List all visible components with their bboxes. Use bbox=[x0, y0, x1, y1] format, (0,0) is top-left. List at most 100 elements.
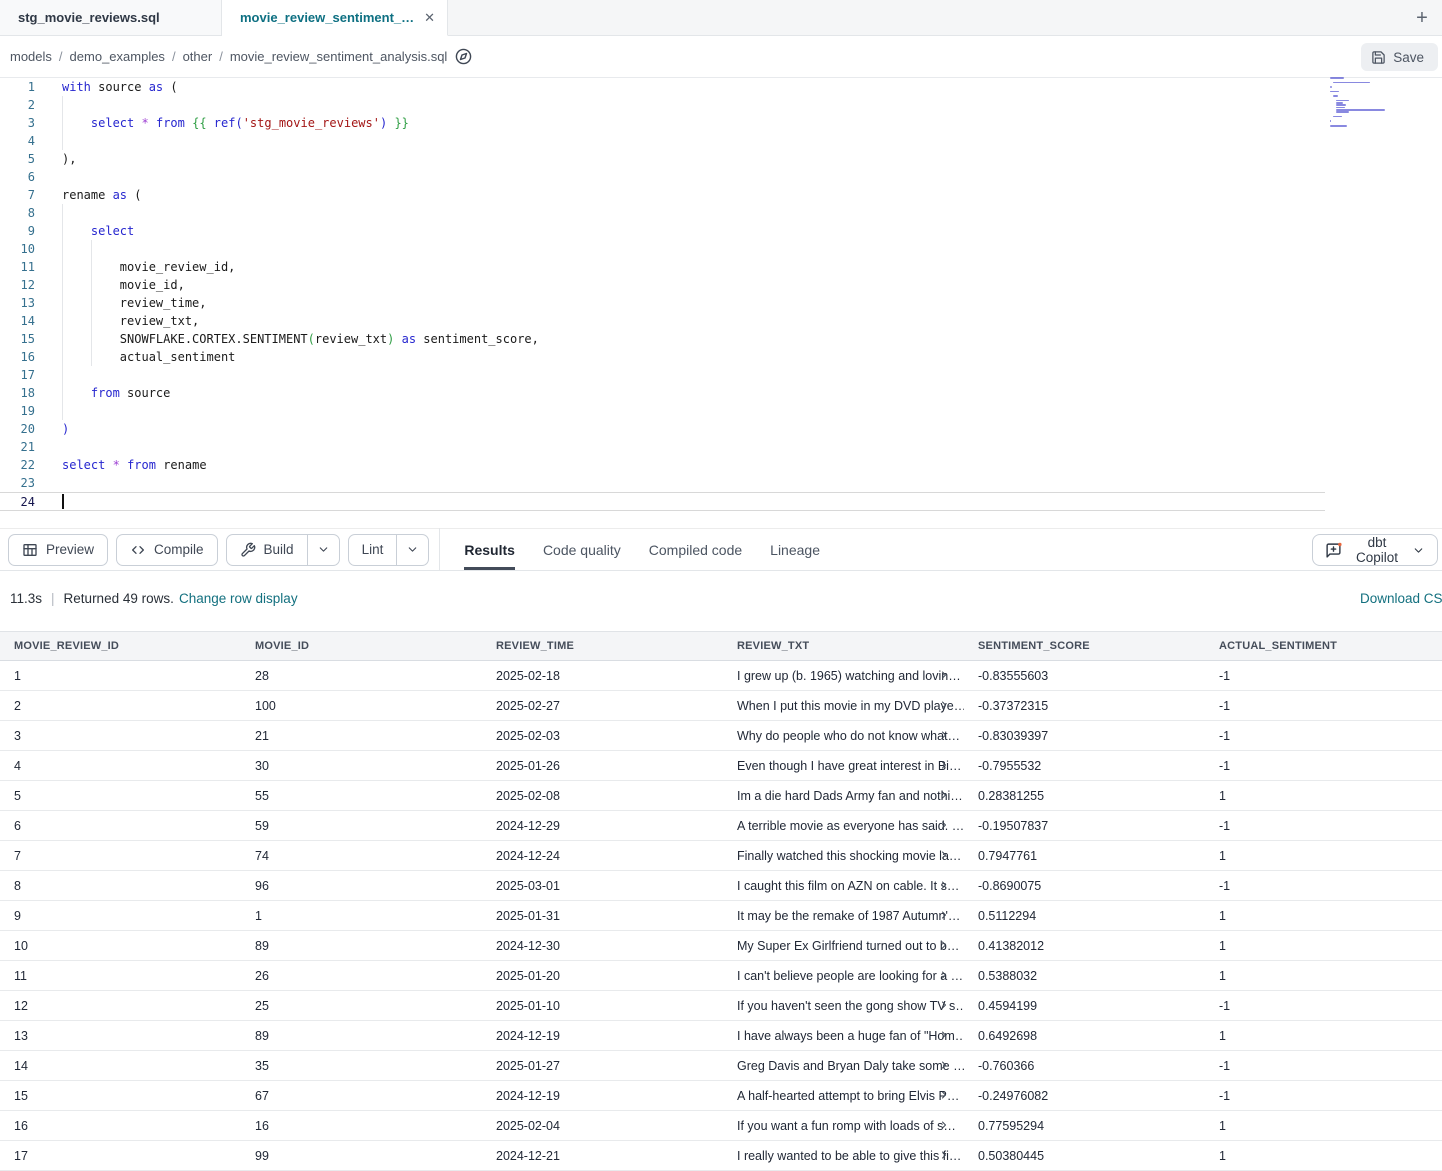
tab-compiled-code[interactable]: Compiled code bbox=[649, 529, 742, 570]
code-line[interactable]: 17 bbox=[0, 366, 1325, 384]
chevron-right-icon[interactable] bbox=[938, 699, 950, 711]
chevron-right-icon[interactable] bbox=[938, 759, 950, 771]
table-row: 11262025-01-20I can't believe people are… bbox=[0, 961, 1442, 991]
table-row: 21002025-02-27When I put this movie in m… bbox=[0, 691, 1442, 721]
column-header[interactable]: SENTIMENT_SCORE bbox=[964, 632, 1205, 660]
code-line[interactable]: 16 actual_sentiment bbox=[0, 348, 1325, 366]
table-cell: 2025-02-18 bbox=[482, 661, 723, 690]
chevron-right-icon[interactable] bbox=[938, 1149, 950, 1161]
table-cell: 1 bbox=[241, 901, 482, 930]
line-number: 19 bbox=[0, 402, 48, 420]
table-cell: 2025-01-20 bbox=[482, 961, 723, 990]
code-line[interactable]: 11 movie_review_id, bbox=[0, 258, 1325, 276]
table-icon bbox=[22, 542, 38, 558]
build-button[interactable]: Build bbox=[226, 534, 340, 566]
save-label: Save bbox=[1393, 50, 1424, 65]
chevron-right-icon[interactable] bbox=[938, 1059, 950, 1071]
code-line[interactable]: 22select * from rename bbox=[0, 456, 1325, 474]
chevron-right-icon[interactable] bbox=[938, 939, 950, 951]
text-cursor bbox=[62, 494, 64, 509]
table-row: 4302025-01-26Even though I have great in… bbox=[0, 751, 1442, 781]
chevron-right-icon[interactable] bbox=[938, 969, 950, 981]
code-line[interactable]: 21 bbox=[0, 438, 1325, 456]
table-row: 8962025-03-01I caught this film on AZN o… bbox=[0, 871, 1442, 901]
code-line[interactable]: 15 SNOWFLAKE.CORTEX.SENTIMENT(review_txt… bbox=[0, 330, 1325, 348]
new-tab-button[interactable]: + bbox=[1408, 4, 1436, 32]
code-line[interactable]: 24 bbox=[0, 492, 1325, 511]
line-number: 2 bbox=[0, 96, 48, 114]
chevron-right-icon[interactable] bbox=[938, 819, 950, 831]
code-line[interactable]: 2 bbox=[0, 96, 1325, 114]
column-header[interactable]: MOVIE_ID bbox=[241, 632, 482, 660]
save-button[interactable]: Save bbox=[1361, 43, 1438, 71]
chevron-right-icon[interactable] bbox=[938, 849, 950, 861]
minimap-line bbox=[1336, 104, 1346, 106]
toolbar-divider bbox=[439, 528, 440, 571]
chevron-right-icon[interactable] bbox=[938, 789, 950, 801]
chevron-right-icon[interactable] bbox=[938, 1029, 950, 1041]
tab-code-quality[interactable]: Code quality bbox=[543, 529, 621, 570]
table-row: 15672024-12-19A half-hearted attempt to … bbox=[0, 1081, 1442, 1111]
chevron-right-icon[interactable] bbox=[938, 879, 950, 891]
table-cell: 13 bbox=[0, 1021, 241, 1050]
button-label: Build bbox=[264, 542, 294, 557]
table-cell: 28 bbox=[241, 661, 482, 690]
code-line[interactable]: 23 bbox=[0, 474, 1325, 492]
column-header[interactable]: MOVIE_REVIEW_ID bbox=[0, 632, 241, 660]
table-cell: 21 bbox=[241, 721, 482, 750]
change-row-display-link[interactable]: Change row display bbox=[179, 591, 298, 606]
chevron-right-icon[interactable] bbox=[938, 1089, 950, 1101]
chevron-right-icon[interactable] bbox=[938, 1119, 950, 1131]
code-line[interactable]: 10 bbox=[0, 240, 1325, 258]
code-line[interactable]: 4 bbox=[0, 132, 1325, 150]
chevron-down-icon[interactable] bbox=[307, 535, 339, 565]
chevron-right-icon[interactable] bbox=[938, 729, 950, 741]
code-line[interactable]: 18 from source bbox=[0, 384, 1325, 402]
close-icon[interactable]: ✕ bbox=[424, 10, 435, 26]
code-line[interactable]: 1with source as ( bbox=[0, 78, 1325, 96]
breadcrumb-item[interactable]: models bbox=[10, 49, 52, 64]
code-line[interactable]: 9 select bbox=[0, 222, 1325, 240]
compile-button[interactable]: Compile bbox=[116, 534, 218, 566]
breadcrumb-item[interactable]: demo_examples bbox=[70, 49, 165, 64]
dbt-copilot-button[interactable]: dbt Copilot bbox=[1312, 534, 1438, 566]
chevron-right-icon[interactable] bbox=[938, 999, 950, 1011]
column-header[interactable]: REVIEW_TXT bbox=[723, 632, 964, 660]
code-line[interactable]: 12 movie_id, bbox=[0, 276, 1325, 294]
editor-tab[interactable]: stg_movie_reviews.sql bbox=[0, 0, 222, 35]
code-line[interactable]: 13 review_time, bbox=[0, 294, 1325, 312]
download-csv-link[interactable]: Download CSV bbox=[1360, 591, 1442, 606]
chevron-down-icon[interactable] bbox=[396, 535, 428, 565]
code-line[interactable]: 5), bbox=[0, 150, 1325, 168]
preview-button[interactable]: Preview bbox=[8, 534, 108, 566]
lint-button[interactable]: Lint bbox=[348, 534, 430, 566]
editor-minimap[interactable] bbox=[1330, 75, 1396, 134]
compass-icon[interactable] bbox=[455, 48, 472, 65]
table-cell: -0.760366 bbox=[964, 1051, 1205, 1080]
code-line[interactable]: 6 bbox=[0, 168, 1325, 186]
column-header[interactable]: REVIEW_TIME bbox=[482, 632, 723, 660]
table-cell: 25 bbox=[241, 991, 482, 1020]
code-editor[interactable]: 1with source as (23 select * from {{ ref… bbox=[0, 78, 1442, 528]
chevron-right-icon[interactable] bbox=[938, 909, 950, 921]
table-cell: It may be the remake of 1987 Autumn'… bbox=[723, 901, 964, 930]
tab-lineage[interactable]: Lineage bbox=[770, 529, 820, 570]
code-line[interactable]: 7rename as ( bbox=[0, 186, 1325, 204]
line-number: 1 bbox=[0, 78, 48, 96]
code-line[interactable]: 20) bbox=[0, 420, 1325, 438]
breadcrumb-item[interactable]: movie_review_sentiment_analysis.sql bbox=[230, 49, 448, 64]
code-line[interactable]: 3 select * from {{ ref('stg_movie_review… bbox=[0, 114, 1325, 132]
code-line[interactable]: 14 review_txt, bbox=[0, 312, 1325, 330]
table-cell: 14 bbox=[0, 1051, 241, 1080]
code-line[interactable]: 19 bbox=[0, 402, 1325, 420]
tab-results[interactable]: Results bbox=[464, 529, 515, 570]
column-header[interactable]: ACTUAL_SENTIMENT bbox=[1205, 632, 1442, 660]
editor-tab[interactable]: movie_review_sentiment_…✕ bbox=[222, 0, 448, 36]
chevron-right-icon[interactable] bbox=[938, 669, 950, 681]
table-cell: 96 bbox=[241, 871, 482, 900]
code-line[interactable]: 8 bbox=[0, 204, 1325, 222]
table-cell: 0.7947761 bbox=[964, 841, 1205, 870]
indent-guide bbox=[62, 96, 63, 114]
breadcrumb-item[interactable]: other bbox=[183, 49, 213, 64]
table-cell: 67 bbox=[241, 1081, 482, 1110]
